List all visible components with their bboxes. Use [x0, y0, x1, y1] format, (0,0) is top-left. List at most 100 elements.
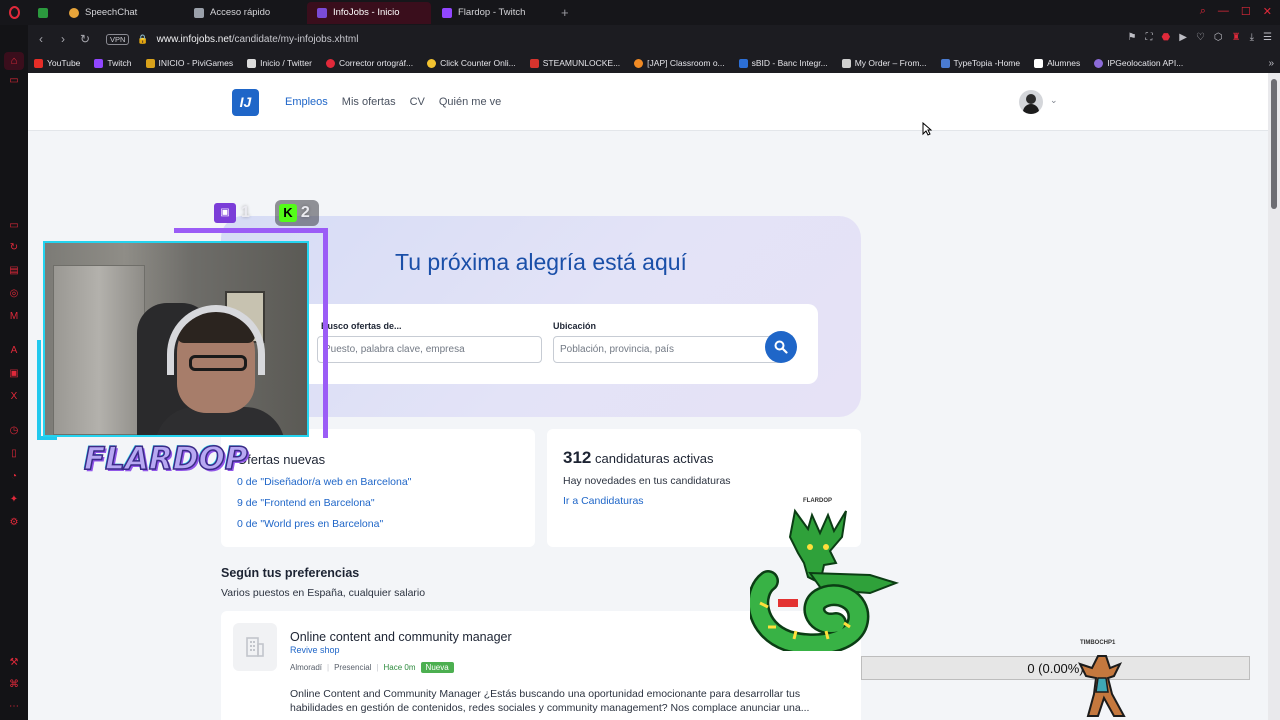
classroom-icon — [634, 58, 644, 68]
bookmark-steamunlocked[interactable]: STEAMUNLOCKE... — [529, 58, 620, 68]
maximize-icon[interactable]: ☐ — [1241, 5, 1251, 18]
more-bookmarks-icon[interactable]: » — [1268, 58, 1274, 69]
scroll-thumb[interactable] — [1271, 79, 1277, 209]
sbid-icon — [738, 58, 748, 68]
bookmark-label: YouTube — [47, 58, 81, 68]
nav-mis-ofertas[interactable]: Mis ofertas — [342, 96, 396, 108]
bookmark-label: INICIO - PiviGames — [158, 58, 234, 68]
bookmark-classroom[interactable]: [JAP] Classroom o... — [634, 58, 725, 68]
close-window-icon[interactable]: ✕ — [1263, 5, 1272, 18]
job-posted: Hace 0m — [383, 663, 416, 672]
job-company[interactable]: Revive shop — [290, 645, 340, 655]
tab-twitch[interactable]: Flardop - Twitch — [432, 2, 556, 24]
bookmark-sbid[interactable]: sBID - Banc Integr... — [738, 58, 828, 68]
forward-icon[interactable]: › — [54, 32, 72, 46]
page-scrollbar[interactable] — [1268, 73, 1280, 720]
tab-acceso-rapido[interactable]: Acceso rápido — [184, 2, 306, 24]
wallet-icon[interactable]: ▤ — [8, 265, 20, 277]
twitch-icon[interactable]: ▣ — [8, 368, 20, 380]
home-icon[interactable]: ⌂ — [4, 52, 24, 70]
bookmark-pivigames[interactable]: INICIO - PiviGames — [145, 58, 234, 68]
extensions-icon[interactable]: ✦ — [8, 494, 20, 506]
bookmark-corrector[interactable]: Corrector ortográf... — [325, 58, 413, 68]
progress-owner-label: TIMBOCHP1 — [1080, 640, 1116, 646]
applications-subtitle: Hay novedades en tus candidaturas — [563, 475, 731, 487]
settings-icon[interactable]: ⚙ — [8, 517, 20, 529]
bookmark-alumnes[interactable]: Alumnes — [1034, 58, 1080, 68]
bookmark-typetopia[interactable]: TypeTopia -Home — [940, 58, 1020, 68]
play-icon[interactable]: ▶ — [1179, 32, 1187, 43]
search-form: Busco ofertas de... Puesto, palabra clav… — [261, 304, 818, 384]
what-input[interactable]: Puesto, palabra clave, empresa — [317, 336, 542, 363]
snapshot-icon[interactable]: ⛶ — [1146, 32, 1153, 43]
news-icon[interactable]: ▭ — [8, 75, 20, 87]
bookmark-click-counter[interactable]: Click Counter Onli... — [427, 58, 516, 68]
offer-alert-link[interactable]: 0 de "Diseñador/a web en Barcelona" — [237, 476, 411, 488]
applications-title: 312 candidaturas activas — [563, 448, 714, 468]
offer-alert-link[interactable]: 0 de "World pres en Barcelona" — [237, 518, 383, 530]
history-icon[interactable]: ↻ — [8, 242, 20, 254]
more-icon[interactable]: ⋯ — [8, 701, 20, 713]
reload-icon[interactable]: ↻ — [76, 32, 94, 46]
twitch-icon — [442, 7, 452, 18]
tab-speechchat[interactable]: SpeechChat — [59, 2, 183, 24]
bookmark-twitter[interactable]: Inicio / Twitter — [247, 58, 312, 68]
tab-infojobs[interactable]: InfoJobs - Inicio — [307, 1, 431, 24]
minimize-icon[interactable]: — — [1218, 5, 1229, 18]
menu-icon[interactable]: ☰ — [1263, 32, 1272, 43]
job-title[interactable]: Online content and community manager — [290, 630, 512, 644]
progress-bar: 0 (0.00%) — [861, 656, 1250, 680]
applications-link[interactable]: Ir a Candidaturas — [563, 495, 644, 507]
site-header: IJ Empleos Mis ofertas CV Quién me ve ⌄ — [28, 73, 1268, 131]
instagram-icon[interactable]: ◎ — [8, 288, 20, 300]
bookmark-youtube[interactable]: YouTube — [34, 58, 80, 68]
job-meta: Almoradí | Presencial | Hace 0m Nueva — [290, 662, 454, 673]
bookmark-label: [JAP] Classroom o... — [647, 58, 725, 68]
tab-pinned[interactable] — [28, 2, 58, 24]
alumnes-icon — [1034, 58, 1044, 68]
clock-icon[interactable]: ◷ — [8, 425, 20, 437]
lock-icon[interactable]: 🔒 — [137, 34, 148, 45]
search-button[interactable] — [765, 331, 797, 363]
bookmarks-icon[interactable]: ▯ — [8, 448, 20, 460]
search-tabs-icon[interactable]: ⌕ — [1200, 5, 1206, 18]
shield-icon[interactable]: ⬣ — [1162, 32, 1171, 43]
nav-cv[interactable]: CV — [410, 96, 425, 108]
bookmark-twitch[interactable]: Twitch — [94, 58, 132, 68]
chevron-down-icon[interactable]: ⌄ — [1050, 95, 1058, 106]
extensions-icon[interactable]: ⬡ — [1214, 32, 1223, 43]
nav-quien-me-ve[interactable]: Quién me ve — [439, 96, 501, 108]
vpn-badge[interactable]: VPN — [106, 33, 130, 45]
bookmark-ipgeolocation[interactable]: IPGeolocation API... — [1094, 58, 1183, 68]
x-icon[interactable]: X — [8, 391, 20, 403]
opera-logo-icon[interactable] — [0, 0, 28, 25]
offer-alert-link[interactable]: 9 de "Frontend en Barcelona" — [237, 497, 375, 509]
messenger-icon[interactable]: ▭ — [8, 220, 20, 232]
avatar[interactable] — [1019, 90, 1043, 114]
bookmark-my-order[interactable]: My Order – From... — [841, 58, 927, 68]
heart-icon[interactable]: ♡ — [1196, 32, 1205, 43]
mail-icon[interactable]: M — [8, 311, 20, 323]
aria-icon[interactable]: A — [8, 345, 20, 357]
job-location: Almoradí — [290, 663, 323, 672]
infojobs-logo[interactable]: IJ — [232, 89, 259, 116]
downloads-icon[interactable]: ◔ — [8, 471, 20, 483]
download-icon[interactable]: ⤓ — [1250, 32, 1254, 43]
url-field[interactable]: www.infojobs.net/candidate/my-infojobs.x… — [157, 34, 359, 45]
kick-viewers: K 2 — [274, 200, 319, 226]
kick-icon: K — [278, 204, 297, 222]
wallet-icon[interactable]: ♜ — [1232, 32, 1241, 43]
preferences-title: Según tus preferencias — [221, 566, 360, 580]
tools-icon[interactable]: ⚒ — [8, 657, 20, 669]
browser-sidebar: ⌂ ▭ ▭ ↻ ▤ ◎ M A ▣ X ◷ ▯ ◔ ✦ ⚙ ⚒ ⌘ ⋯ — [0, 25, 28, 720]
back-icon[interactable]: ‹ — [32, 32, 50, 46]
bookmark-page-icon[interactable]: ⚑ — [1128, 32, 1137, 43]
tab-label: InfoJobs - Inicio — [333, 7, 400, 18]
bookmark-label: sBID - Banc Integr... — [751, 58, 828, 68]
new-tab-icon[interactable]: + — [561, 5, 569, 20]
where-input[interactable]: Población, provincia, país — [553, 336, 783, 363]
gx-icon[interactable]: ⌘ — [8, 679, 20, 691]
job-modality: Presencial — [334, 663, 372, 672]
nav-empleos[interactable]: Empleos — [285, 96, 328, 108]
kick-viewer-count: 2 — [300, 204, 310, 221]
